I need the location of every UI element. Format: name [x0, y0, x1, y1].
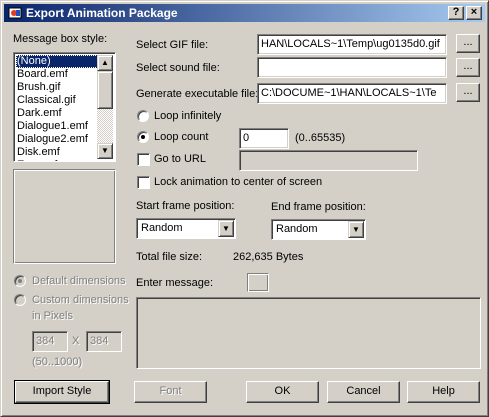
start-frame-select[interactable]: Random ▼	[136, 218, 236, 239]
list-item[interactable]: Dark.emf	[16, 107, 100, 120]
ok-button[interactable]: OK	[246, 381, 319, 403]
start-frame-label: Start frame position:	[136, 200, 235, 212]
scroll-down-button[interactable]: ▼	[97, 143, 113, 159]
dimension-range-label: (50..1000)	[32, 356, 83, 368]
font-button[interactable]: Font	[134, 381, 207, 403]
go-to-url-checkbox[interactable]	[137, 153, 150, 166]
enter-message-label: Enter message:	[136, 277, 214, 289]
chevron-down-icon[interactable]: ▼	[218, 220, 234, 237]
style-preview	[13, 169, 116, 264]
chevron-down-icon[interactable]: ▼	[348, 221, 364, 238]
list-item[interactable]: Disk.emf	[16, 146, 100, 159]
loop-count-label: Loop count	[154, 131, 209, 143]
list-item[interactable]: Classical.gif	[16, 94, 100, 107]
executable-browse-button[interactable]: ...	[456, 83, 480, 102]
total-file-size-label: Total file size:	[136, 251, 203, 263]
gif-browse-button[interactable]: ...	[456, 34, 480, 53]
help-button[interactable]: Help	[407, 381, 480, 403]
start-frame-value: Random	[141, 222, 183, 234]
title-bar[interactable]: Export Animation Package ? ×	[4, 4, 485, 22]
scroll-up-button[interactable]: ▲	[97, 55, 113, 71]
default-dimensions-label: Default dimensions	[32, 275, 126, 287]
list-item[interactable]: Dialogue2.emf	[16, 133, 100, 146]
window-title: Export Animation Package	[26, 6, 178, 20]
lock-center-label: Lock animation to center of screen	[154, 176, 323, 188]
app-icon	[8, 7, 22, 19]
default-dimensions-radio[interactable]	[14, 275, 26, 287]
executable-file-input[interactable]: C:\DOCUME~1\HAN\LOCALS~1\Te	[257, 83, 447, 104]
sound-file-label: Select sound file:	[136, 62, 220, 74]
message-box-style-label: Message box style:	[13, 33, 108, 45]
width-input[interactable]: 384	[32, 331, 68, 352]
url-input[interactable]	[239, 150, 418, 171]
list-item[interactable]: Brush.gif	[16, 81, 100, 94]
end-frame-label: End frame position:	[271, 201, 366, 213]
listbox-scrollbar[interactable]: ▲ ▼	[97, 55, 113, 159]
help-title-button[interactable]: ?	[448, 6, 464, 20]
close-button[interactable]: ×	[466, 6, 482, 20]
message-textarea[interactable]	[136, 297, 481, 369]
by-label: X	[72, 335, 80, 347]
sound-browse-button[interactable]: ...	[456, 58, 480, 77]
scroll-thumb[interactable]	[97, 71, 113, 109]
loop-infinitely-radio[interactable]	[137, 110, 149, 122]
in-pixels-label: in Pixels	[32, 310, 73, 322]
list-item[interactable]: Eye.emf	[16, 159, 100, 161]
end-frame-select[interactable]: Random ▼	[271, 219, 366, 240]
list-item[interactable]: (None)	[16, 55, 100, 68]
message-box-items: (None) Board.emf Brush.gif Classical.gif Dar…	[16, 55, 100, 161]
import-style-button[interactable]: Import Style	[14, 380, 110, 404]
message-color-swatch[interactable]	[247, 273, 269, 292]
gif-file-input[interactable]: HAN\LOCALS~1\Temp\ug0135d0.gif	[257, 34, 447, 55]
list-item[interactable]: Board.emf	[16, 68, 100, 81]
message-box-style-list[interactable]: (None) Board.emf Brush.gif Classical.gif Dar…	[13, 52, 116, 162]
sound-file-input[interactable]	[257, 57, 447, 78]
custom-dimensions-label: Custom dimensions	[32, 294, 129, 306]
export-dialog: Export Animation Package ? × Message box…	[0, 0, 489, 417]
loop-count-input[interactable]: 0	[239, 128, 289, 149]
list-item[interactable]: Dialogue1.emf	[16, 120, 100, 133]
executable-file-label: Generate executable file:	[136, 88, 259, 100]
loop-count-range: (0..65535)	[295, 132, 346, 144]
total-file-size-value: 262,635 Bytes	[233, 251, 304, 263]
custom-dimensions-radio[interactable]	[14, 294, 26, 306]
go-to-url-label: Go to URL	[154, 153, 206, 165]
end-frame-value: Random	[276, 223, 318, 235]
loop-count-radio[interactable]	[137, 131, 149, 143]
height-input[interactable]: 384	[86, 331, 122, 352]
lock-center-checkbox[interactable]	[137, 176, 150, 189]
gif-file-label: Select GIF file:	[136, 39, 209, 51]
loop-infinitely-label: Loop infinitely	[154, 110, 222, 122]
cancel-button[interactable]: Cancel	[327, 381, 400, 403]
